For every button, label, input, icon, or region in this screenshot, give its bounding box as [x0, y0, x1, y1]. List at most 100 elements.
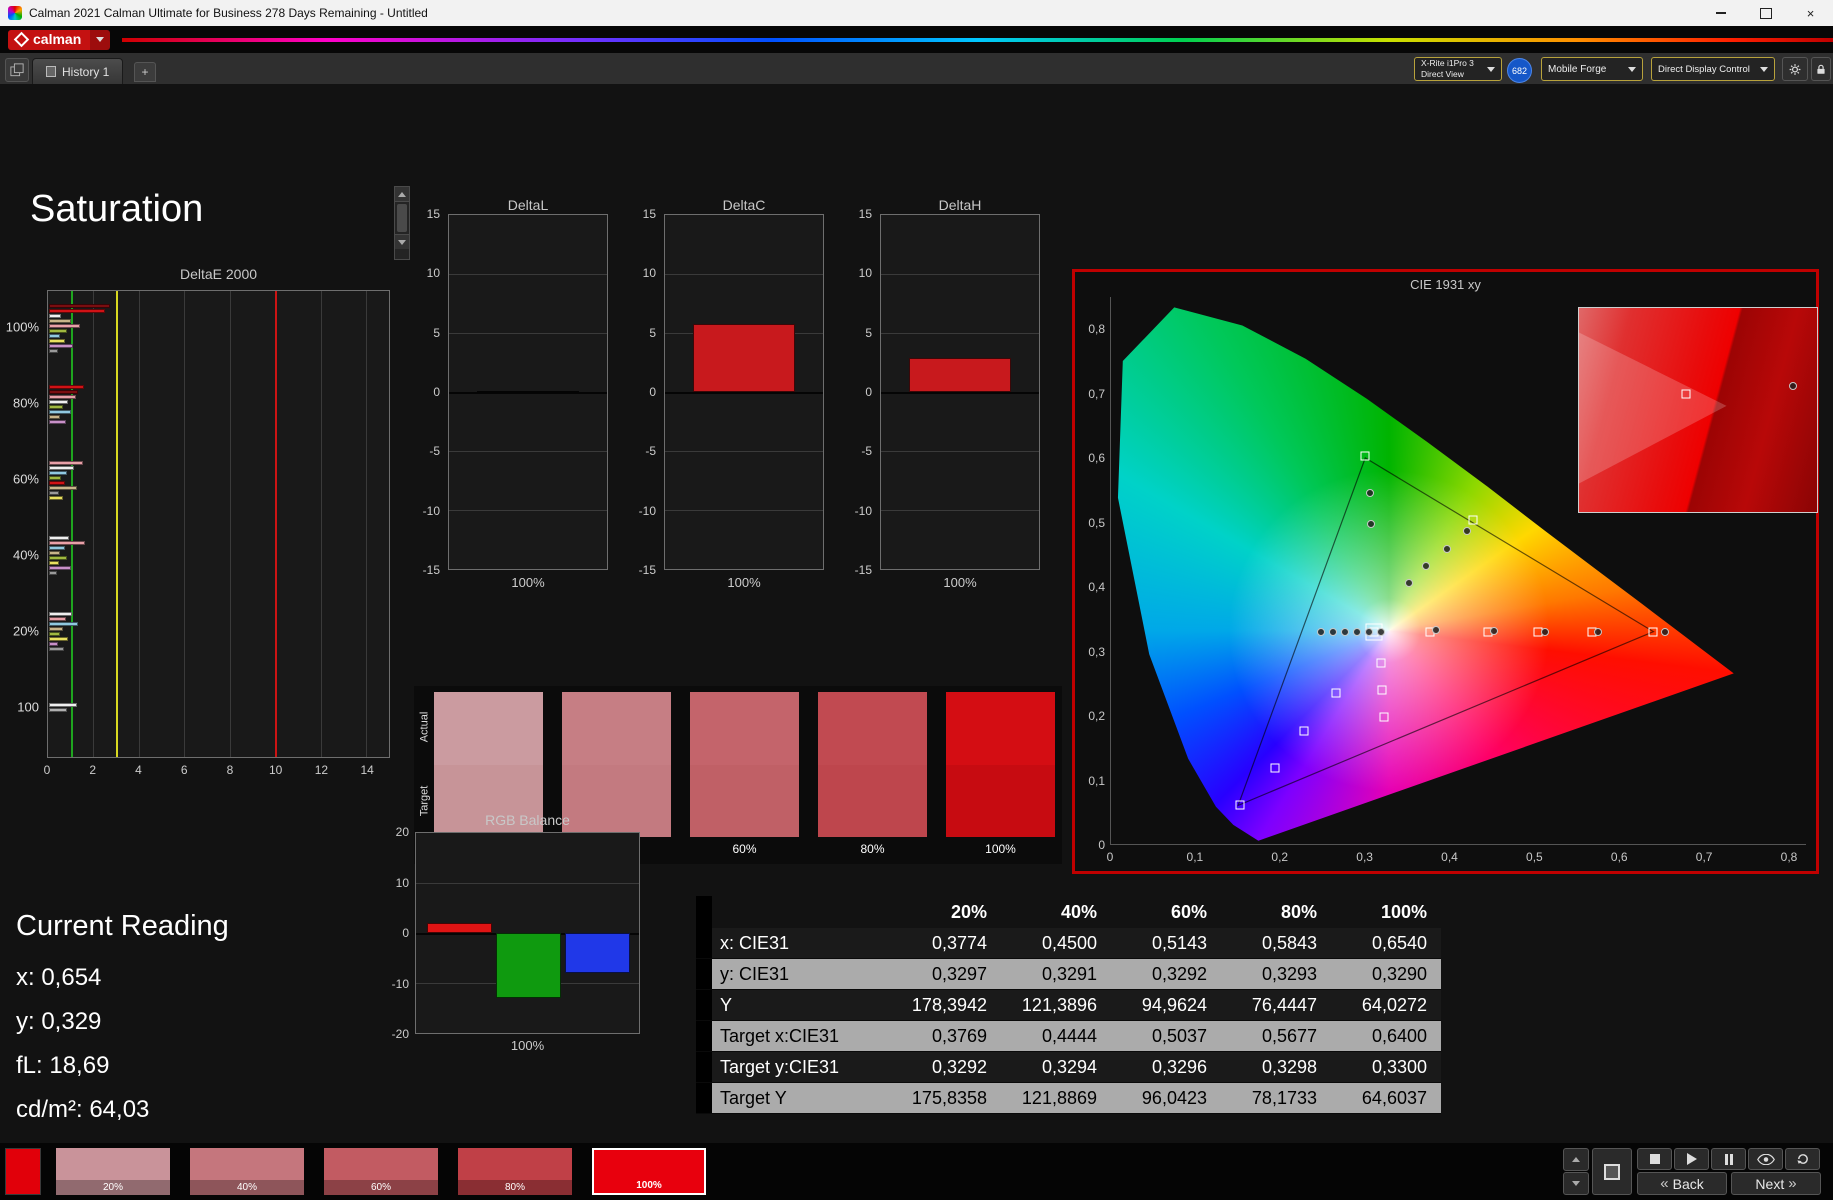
add-tab-button[interactable]: +	[134, 62, 156, 82]
actual-color	[434, 692, 543, 765]
thumbnail-label: 60%	[324, 1180, 438, 1195]
pause-button[interactable]	[1711, 1148, 1746, 1170]
table-gutter	[696, 928, 712, 959]
gridline	[449, 274, 607, 275]
bar-blue	[565, 933, 631, 973]
next-button[interactable]: Next »	[1731, 1172, 1821, 1195]
meter-count-badge[interactable]: 682	[1507, 58, 1532, 83]
tick-label: -20	[391, 1027, 409, 1041]
tick-label: 5	[865, 325, 872, 340]
gridline	[665, 510, 823, 511]
table-cell: 0,3300	[1331, 1052, 1441, 1083]
gridline	[881, 510, 1039, 511]
measurement-marker	[1432, 626, 1441, 635]
table-cell: 0,4500	[1001, 928, 1111, 959]
stop-button[interactable]	[1637, 1148, 1672, 1170]
deltah-title: DeltaH	[938, 197, 982, 213]
tick-label: -10	[422, 503, 440, 518]
tick-label: 15	[858, 207, 872, 221]
source-dropdown[interactable]: Mobile Forge	[1541, 57, 1643, 81]
back-button[interactable]: « Back	[1637, 1172, 1727, 1195]
row-label: Target x:CIE31	[712, 1021, 891, 1052]
table-cell: 0,3292	[891, 1052, 1001, 1083]
layout-button[interactable]	[5, 58, 29, 82]
measurement-marker	[1593, 627, 1602, 636]
table-row: x: CIE31 0,3774 0,4500 0,5143 0,5843 0,6540	[696, 928, 1441, 959]
table-cell: 121,8869	[1001, 1083, 1111, 1114]
close-button[interactable]: ×	[1788, 0, 1833, 26]
saturation-thumbnail[interactable]: 20%	[56, 1148, 170, 1195]
reading-line: fL: 18,69	[16, 1052, 110, 1079]
tick-label: -5	[861, 444, 872, 459]
meter-dropdown[interactable]: X-Rite i1Pro 3 Direct View	[1414, 57, 1502, 81]
bar	[49, 394, 77, 399]
tick-label: 0	[1106, 850, 1114, 864]
panel-up-button[interactable]	[1563, 1148, 1589, 1171]
tick-label: 100	[17, 699, 39, 715]
bar-group	[49, 460, 389, 501]
preview-button[interactable]	[1748, 1148, 1783, 1170]
sweep-step-label: 100%	[985, 842, 1016, 856]
tick-label: 100%	[5, 319, 39, 335]
table-gutter	[696, 1021, 712, 1052]
bar-group	[49, 703, 389, 713]
logo-menu-button[interactable]	[90, 29, 111, 50]
maximize-button[interactable]	[1743, 0, 1788, 26]
rgb-balance-x-label: 100%	[510, 1038, 545, 1053]
next-label: Next	[1755, 1175, 1785, 1192]
bar	[49, 495, 63, 500]
pause-icon	[1724, 1153, 1733, 1165]
play-button[interactable]	[1674, 1148, 1709, 1170]
gridline	[366, 291, 368, 757]
tick-label: 0,6	[1610, 850, 1628, 864]
table-cell: 0,3293	[1221, 959, 1331, 990]
saturation-thumbnail[interactable]: 80%	[458, 1148, 572, 1195]
settings-button[interactable]	[1782, 57, 1808, 81]
saturation-thumbnail[interactable]: 40%	[190, 1148, 304, 1195]
bar	[49, 399, 69, 404]
actual-color	[818, 692, 927, 765]
cie-x-labels: 0 0,1 0,2 0,3 0,4 0,5 0,6 0,7 0,8	[1106, 850, 1806, 864]
bar	[908, 357, 1012, 392]
meter-label: X-Rite i1Pro 3 Direct View	[1421, 58, 1474, 79]
chevron-down-icon	[1760, 66, 1768, 72]
arrow-up-icon	[1572, 1157, 1580, 1162]
saturation-thumbnail[interactable]: 60%	[324, 1148, 438, 1195]
table-cell: 96,0423	[1111, 1083, 1221, 1114]
bar-green	[496, 933, 561, 998]
workflow-dropdown[interactable]: Direct Display Control	[1651, 57, 1775, 81]
tick-label: 8	[226, 763, 234, 777]
cie-1931-panel[interactable]: CIE 1931 xy 0 0,1 0,2 0,3 0,4 0,5 0,6 0,7 0,8 00…	[1072, 269, 1819, 874]
gridline	[93, 291, 95, 757]
bar	[49, 460, 83, 465]
tick-label: 0	[865, 385, 872, 399]
deltac-chart	[664, 214, 824, 570]
window-title: Calman 2021 Calman Ultimate for Business…	[29, 6, 428, 20]
scroll-up-button[interactable]	[395, 187, 409, 202]
loop-button[interactable]	[1785, 1148, 1820, 1170]
tick-label: 0,3	[1356, 850, 1373, 864]
blank-patch-button[interactable]	[1592, 1148, 1632, 1195]
measurement-marker	[1490, 626, 1499, 635]
tick-label: 0	[433, 385, 440, 399]
minimize-button[interactable]	[1698, 0, 1743, 26]
table-cell: 64,0272	[1331, 990, 1441, 1021]
panel-down-button[interactable]	[1563, 1172, 1589, 1195]
table-cell: 0,3290	[1331, 959, 1441, 990]
column-header: 80%	[1280, 901, 1317, 922]
table-cell: 0,3298	[1221, 1052, 1331, 1083]
calman-logo-button[interactable]: calman	[8, 29, 111, 50]
tab-history-1[interactable]: History 1	[32, 58, 124, 84]
bar-red	[427, 923, 492, 933]
measurement-marker	[1405, 579, 1414, 588]
arrow-up-icon	[398, 191, 406, 197]
thumbnail-label: 100%	[636, 1180, 662, 1191]
cie-y-labels: 0 0,1 0,2 0,3 0,4 0,5 0,6 0,7 0,8	[1075, 297, 1107, 852]
table-cell: 94,9624	[1111, 990, 1221, 1021]
current-reading-title: Current Reading	[16, 910, 229, 942]
lock-button[interactable]	[1811, 57, 1831, 81]
saturation-thumbnail[interactable]: 100%	[592, 1148, 706, 1195]
bar	[49, 343, 73, 348]
lock-icon	[1817, 64, 1825, 74]
table-cell: 0,5677	[1221, 1021, 1331, 1052]
